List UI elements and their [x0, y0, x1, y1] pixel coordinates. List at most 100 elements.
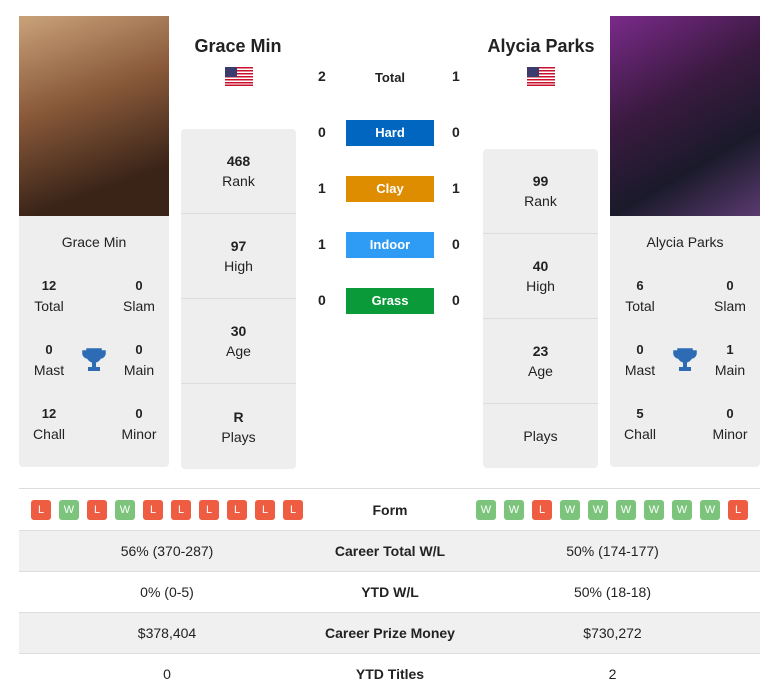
form-badge-loss: L [143, 500, 163, 520]
form-badge-loss: L [31, 500, 51, 520]
table-row: 0% (0-5) YTD W/L 50% (18-18) [19, 571, 760, 612]
rank-label: Rank [524, 193, 557, 209]
right-value: 2 [608, 666, 617, 682]
stats-box-right: 99 Rank 40 High 23 Age Plays [483, 149, 598, 468]
form-badge-loss: L [227, 500, 247, 520]
form-badge-loss: L [199, 500, 219, 520]
minor-label: Minor [712, 426, 748, 442]
h2h-hard: 0 Hard 0 [300, 120, 480, 146]
mast-value: 0 [636, 342, 644, 357]
slam-label: Slam [123, 298, 155, 314]
form-badge-loss: L [87, 500, 107, 520]
h2h-left-value: 1 [318, 236, 326, 252]
mast-value: 0 [45, 342, 53, 357]
h2h-left-value: 0 [318, 124, 326, 140]
form-badge-win: W [560, 500, 580, 520]
h2h-grass: 0 Grass 0 [300, 288, 480, 314]
usa-flag-icon [225, 67, 253, 86]
usa-flag-icon [527, 67, 555, 86]
h2h-indoor: 1 Indoor 0 [300, 232, 480, 258]
form-label: Form [372, 502, 408, 518]
left-value: 0 [163, 666, 171, 682]
high-label: High [526, 278, 555, 294]
main-label: Main [123, 362, 155, 378]
main-label: Main [714, 362, 746, 378]
table-row: 0 YTD Titles 2 [19, 653, 760, 694]
form-badge-win: W [644, 500, 664, 520]
player-heading-right[interactable]: Alycia Parks [456, 36, 626, 57]
right-value: 50% (18-18) [573, 584, 652, 600]
main-value: 0 [135, 342, 143, 357]
h2h-total: 2 Total 1 [300, 64, 480, 90]
form-badge-win: W [672, 500, 692, 520]
form-badge-win: W [700, 500, 720, 520]
minor-value: 0 [726, 406, 734, 421]
chall-label: Chall [33, 426, 65, 442]
minor-value: 0 [135, 406, 143, 421]
table-row: $378,404 Career Prize Money $730,272 [19, 612, 760, 653]
right-value: 50% (174-177) [566, 543, 659, 559]
h2h-right-value: 0 [452, 292, 460, 308]
rank-label: Rank [222, 173, 255, 189]
mast-label: Mast [624, 362, 656, 378]
chall-label: Chall [624, 426, 656, 442]
total-label: Total [625, 298, 655, 314]
left-value: 0% (0-5) [140, 584, 194, 600]
rank-value: 468 [226, 153, 251, 169]
row-label: Career Prize Money [325, 625, 455, 641]
surface-hard-button[interactable]: Hard [346, 120, 434, 146]
player-photo-right [610, 16, 760, 216]
main-value: 1 [726, 342, 734, 357]
high-label: High [224, 258, 253, 274]
slam-value: 0 [726, 278, 734, 293]
h2h-total-label: Total [374, 70, 406, 85]
trophy-icon [673, 348, 697, 371]
total-value: 12 [41, 278, 57, 293]
form-badge-win: W [588, 500, 608, 520]
form-badge-loss: L [532, 500, 552, 520]
minor-label: Minor [121, 426, 157, 442]
surface-indoor-button[interactable]: Indoor [346, 232, 434, 258]
right-value: $730,272 [583, 625, 642, 641]
age-value: 23 [532, 343, 549, 359]
high-value: 40 [532, 258, 549, 274]
chall-value: 12 [41, 406, 57, 421]
h2h-right-value: 0 [452, 236, 460, 252]
left-value: 56% (370-287) [120, 543, 214, 559]
age-label: Age [226, 343, 251, 359]
h2h-right-value: 1 [452, 68, 460, 84]
form-badge-win: W [476, 500, 496, 520]
table-row: 56% (370-287) Career Total W/L 50% (174-17… [19, 530, 760, 571]
row-label: Career Total W/L [334, 543, 446, 559]
age-value: 30 [230, 323, 247, 339]
age-label: Age [528, 363, 553, 379]
form-badge-win: W [59, 500, 79, 520]
row-label: YTD Titles [355, 666, 425, 682]
player-heading-left[interactable]: Grace Min [153, 36, 323, 57]
player-card-right: Alycia Parks 6 Total 0 Slam 0 Mast 1 Main 5 C… [610, 216, 760, 467]
total-label: Total [34, 298, 64, 314]
h2h-left-value: 2 [318, 68, 326, 84]
chall-value: 5 [636, 406, 644, 421]
surface-grass-button[interactable]: Grass [346, 288, 434, 314]
slam-label: Slam [714, 298, 746, 314]
h2h-clay: 1 Clay 1 [300, 176, 480, 202]
left-value: $378,404 [137, 625, 197, 641]
player-card-left: Grace Min 12 Total 0 Slam 0 Mast 0 Main 12 Ch… [19, 216, 169, 467]
form-badge-loss: L [255, 500, 275, 520]
total-value: 6 [636, 278, 644, 293]
player-name: Alycia Parks [646, 234, 724, 250]
form-badge-win: W [115, 500, 135, 520]
stats-box-left: 468 Rank 97 High 30 Age R Plays [181, 129, 296, 469]
form-badge-loss: L [283, 500, 303, 520]
plays-value: R [233, 408, 244, 425]
plays-label: Plays [221, 428, 256, 445]
surface-clay-button[interactable]: Clay [346, 176, 434, 202]
h2h-right-value: 0 [452, 124, 460, 140]
row-label: YTD W/L [361, 584, 419, 600]
plays-label: Plays [523, 428, 558, 444]
player-name: Grace Min [61, 234, 127, 250]
trophy-icon [82, 348, 106, 371]
high-value: 97 [230, 238, 247, 254]
h2h-left-value: 0 [318, 292, 326, 308]
